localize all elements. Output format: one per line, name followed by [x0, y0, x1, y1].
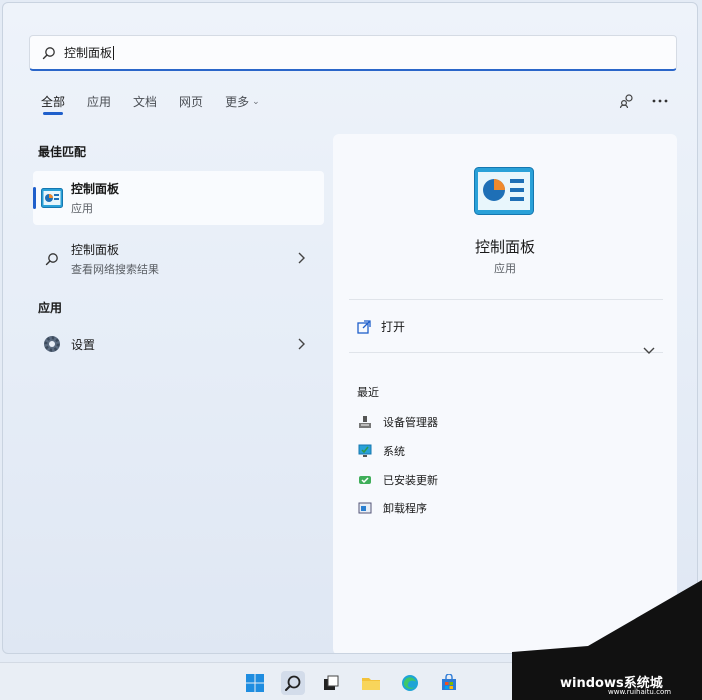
chevron-right-icon: [298, 252, 305, 264]
chevron-down-icon: ⌄: [252, 97, 260, 107]
control-panel-icon: [41, 187, 63, 209]
installed-updates-icon: [357, 472, 373, 488]
edge-browser-icon[interactable]: [398, 671, 422, 695]
gear-icon: [41, 333, 63, 355]
chevron-right-icon: [298, 338, 305, 350]
detail-title: 控制面板: [474, 238, 535, 256]
search-icon[interactable]: [281, 671, 305, 695]
recent-heading: 最近: [357, 386, 379, 399]
watermark-url: www.ruihaitu.com: [608, 688, 672, 696]
open-button[interactable]: 打开: [357, 318, 405, 335]
tab-label: 网页: [179, 95, 204, 109]
search-icon: [41, 248, 63, 270]
filter-tabs: 全部 应用 文档 网页 更多 ⌄: [41, 93, 260, 115]
search-window: 控制面板 全部 应用 文档 网页 更多 ⌄ 最佳匹配 控制面板 应用 控制面板 查…: [2, 2, 698, 654]
tab-documents[interactable]: 文档: [133, 93, 157, 115]
file-explorer-icon[interactable]: [359, 671, 383, 695]
recent-item-device-manager[interactable]: 设备管理器: [357, 414, 438, 430]
detail-subtitle: 应用: [494, 262, 516, 275]
section-apps: 应用: [38, 301, 63, 315]
text-caret: [113, 45, 115, 60]
recent-item-label: 系统: [383, 445, 405, 458]
search-input[interactable]: 控制面板: [29, 35, 677, 71]
recent-item-system[interactable]: 系统: [357, 443, 405, 459]
settings-title: 设置: [71, 337, 96, 352]
start-icon[interactable]: [243, 671, 267, 695]
chevron-down-icon[interactable]: [643, 347, 655, 355]
tab-more[interactable]: 更多 ⌄: [225, 93, 260, 115]
task-view-icon[interactable]: [319, 671, 343, 695]
tab-label: 全部: [41, 95, 66, 109]
more-options-icon[interactable]: [650, 91, 670, 111]
recent-item-label: 已安装更新: [383, 474, 438, 487]
settings-app-item[interactable]: 设置: [33, 317, 324, 371]
divider: [349, 352, 663, 353]
open-label: 打开: [381, 320, 406, 334]
search-icon: [42, 46, 56, 60]
tab-all[interactable]: 全部: [41, 93, 65, 115]
section-best-match: 最佳匹配: [38, 145, 87, 159]
recent-item-label: 设备管理器: [383, 416, 438, 429]
tab-web[interactable]: 网页: [179, 93, 203, 115]
control-panel-icon: [474, 167, 534, 215]
recent-item-uninstall[interactable]: 卸载程序: [357, 500, 427, 516]
best-match-title: 控制面板: [71, 182, 120, 196]
tab-label: 应用: [87, 95, 112, 109]
best-match-item[interactable]: 控制面板 应用: [33, 171, 324, 225]
selection-indicator: [33, 187, 36, 209]
device-manager-icon: [357, 414, 373, 430]
detail-panel: 控制面板 应用 打开 最近 设备管理器 系统 已安装更新 卸载程序: [333, 134, 677, 653]
web-search-result[interactable]: 控制面板 查看网络搜索结果: [33, 232, 324, 286]
best-match-subtitle: 应用: [71, 202, 93, 215]
store-icon[interactable]: [437, 671, 461, 695]
search-query-text: 控制面板: [64, 46, 113, 60]
web-result-title: 控制面板: [71, 243, 120, 257]
divider: [349, 299, 663, 300]
account-switch-icon[interactable]: [617, 91, 637, 111]
recent-item-installed-updates[interactable]: 已安装更新: [357, 472, 438, 488]
tab-apps[interactable]: 应用: [87, 93, 111, 115]
uninstall-icon: [357, 500, 373, 516]
tab-label: 更多: [225, 95, 250, 109]
system-icon: [357, 443, 373, 459]
tab-label: 文档: [133, 95, 158, 109]
web-result-subtitle: 查看网络搜索结果: [71, 263, 159, 276]
open-external-icon: [357, 319, 371, 334]
recent-item-label: 卸载程序: [383, 502, 427, 515]
